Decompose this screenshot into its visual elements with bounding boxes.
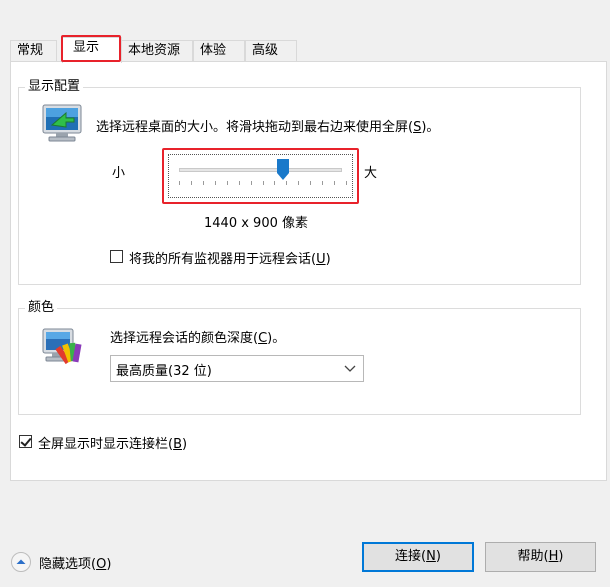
- resolution-slider[interactable]: [168, 154, 353, 198]
- multimon-label[interactable]: 将我的所有监视器用于远程会话(U): [129, 248, 331, 267]
- color-depth-value: 最高质量(32 位): [116, 364, 212, 379]
- multimon-checkbox[interactable]: [110, 250, 123, 263]
- slider-thumb[interactable]: [276, 159, 289, 181]
- resolution-readout: 1440 x 900 像素: [204, 216, 308, 231]
- slider-tick: [191, 181, 192, 185]
- slider-tick: [346, 181, 347, 185]
- slider-tick: [215, 181, 216, 185]
- tab-general[interactable]: 常规: [10, 40, 57, 62]
- slider-tick: [227, 181, 228, 185]
- slider-tick: [298, 181, 299, 185]
- connection-bar-label[interactable]: 全屏显示时显示连接栏(B): [38, 433, 187, 452]
- slider-tick: [334, 181, 335, 185]
- chevron-up-icon: [11, 552, 31, 572]
- connection-bar-checkbox[interactable]: [19, 435, 32, 448]
- hide-options-label: 隐藏选项(O): [39, 557, 112, 572]
- color-depth-select[interactable]: 最高质量(32 位): [110, 355, 364, 382]
- display-description: 选择远程桌面的大小。将滑块拖动到最右边来使用全屏(S)。: [96, 120, 440, 135]
- slider-tick: [179, 181, 180, 185]
- slider-tick: [251, 181, 252, 185]
- slider-max-label: 大: [364, 166, 378, 181]
- color-group-title: 颜色: [25, 299, 58, 317]
- slider-tick: [274, 181, 275, 185]
- slider-min-label: 小: [112, 166, 126, 181]
- slider-tick: [239, 181, 240, 185]
- help-button[interactable]: 帮助(H): [485, 542, 596, 572]
- color-monitor-icon: [42, 328, 82, 365]
- slider-tick: [322, 181, 323, 185]
- display-config-title: 显示配置: [25, 78, 84, 96]
- slider-track[interactable]: [179, 168, 342, 172]
- slider-tick: [310, 181, 311, 185]
- color-description: 选择远程会话的颜色深度(C)。: [110, 331, 286, 346]
- monitor-icon: [42, 104, 82, 142]
- chevron-down-icon: [344, 365, 356, 372]
- connect-button[interactable]: 连接(N): [362, 542, 474, 572]
- tab-experience[interactable]: 体验: [193, 40, 245, 62]
- tab-display[interactable]: 显示: [62, 37, 122, 63]
- slider-tick: [203, 181, 204, 185]
- slider-tick: [263, 181, 264, 185]
- resolution-slider-highlight: [162, 148, 359, 204]
- slider-tick: [286, 181, 287, 185]
- tab-local-resources[interactable]: 本地资源: [121, 40, 193, 62]
- tab-advanced[interactable]: 高级: [245, 40, 297, 62]
